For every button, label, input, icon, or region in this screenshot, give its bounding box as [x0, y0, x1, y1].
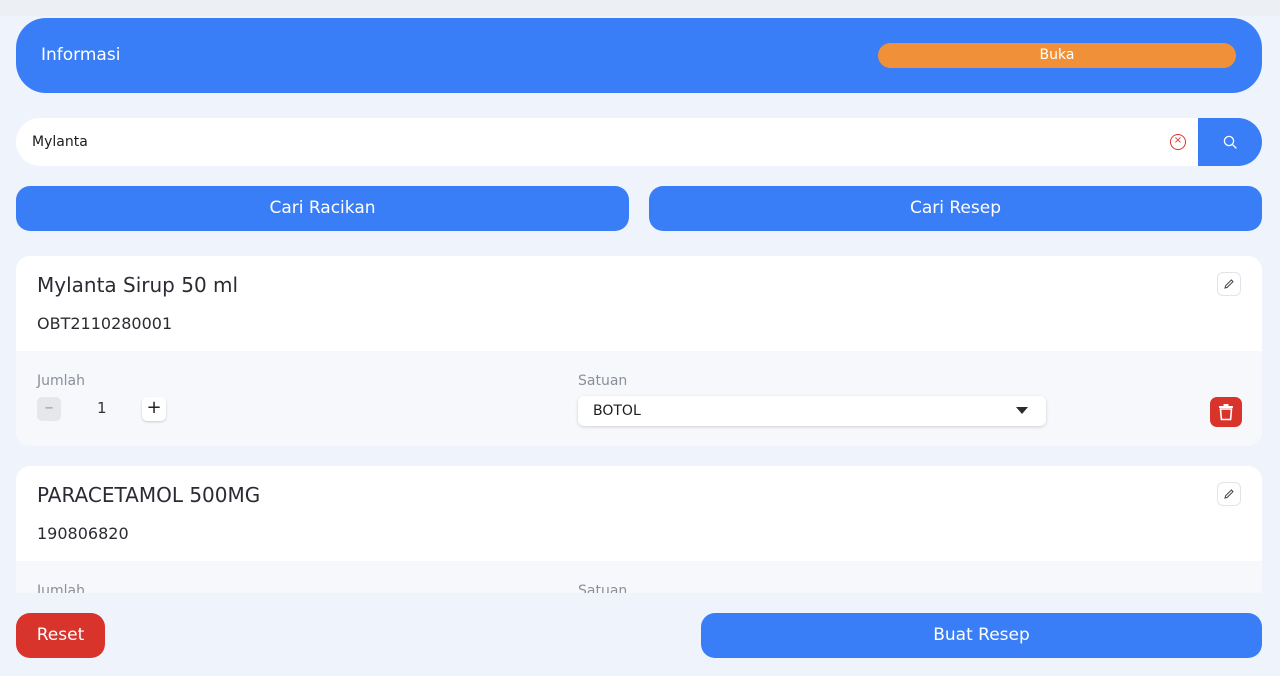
- medicine-name: PARACETAMOL 500MG: [37, 483, 261, 507]
- medicine-code: 190806820: [37, 524, 129, 543]
- unit-label: Satuan: [578, 583, 628, 593]
- pencil-icon: [1224, 489, 1234, 499]
- delete-item-button[interactable]: [1210, 397, 1242, 427]
- medicine-code: OBT2110280001: [37, 314, 173, 333]
- medicine-card-details: Jumlah Satuan – 1 + BOTOL: [16, 351, 1262, 446]
- medicine-name: Mylanta Sirup 50 ml: [37, 273, 239, 297]
- status-badge: Buka: [878, 43, 1236, 68]
- quantity-value: 1: [97, 399, 107, 417]
- create-prescription-button[interactable]: Buat Resep: [701, 613, 1262, 658]
- clear-search-icon[interactable]: ×: [1170, 134, 1186, 150]
- decrease-quantity-button[interactable]: –: [37, 397, 61, 421]
- search-button[interactable]: [1198, 118, 1262, 166]
- reset-button[interactable]: Reset: [16, 613, 105, 658]
- edit-button[interactable]: [1217, 272, 1241, 296]
- medicine-list: Mylanta Sirup 50 ml OBT2110280001 Jumlah…: [16, 256, 1262, 593]
- search-compound-button[interactable]: Cari Racikan: [16, 186, 629, 231]
- quantity-stepper: – 1 +: [37, 397, 167, 421]
- plus-icon: +: [146, 397, 162, 418]
- info-bar: Informasi Buka: [16, 18, 1262, 93]
- pencil-icon: [1224, 279, 1234, 289]
- trash-icon: [1219, 404, 1233, 421]
- unit-select[interactable]: BOTOL: [578, 396, 1046, 426]
- edit-button[interactable]: [1217, 482, 1241, 506]
- search-input[interactable]: [16, 118, 1202, 166]
- caret-down-icon: [1016, 407, 1028, 414]
- medicine-card: PARACETAMOL 500MG 190806820 Jumlah Satua…: [16, 466, 1262, 593]
- search-prescription-button[interactable]: Cari Resep: [649, 186, 1262, 231]
- unit-label: Satuan: [578, 373, 628, 389]
- medicine-card: Mylanta Sirup 50 ml OBT2110280001 Jumlah…: [16, 256, 1262, 446]
- top-strip: [0, 0, 1280, 16]
- increase-quantity-button[interactable]: +: [142, 397, 166, 421]
- search-bar: ×: [16, 118, 1262, 166]
- medicine-card-details: Jumlah Satuan: [16, 561, 1262, 593]
- unit-value: BOTOL: [593, 403, 641, 419]
- minus-icon: –: [44, 397, 54, 418]
- quantity-label: Jumlah: [37, 373, 85, 389]
- quantity-label: Jumlah: [37, 583, 85, 593]
- info-title: Informasi: [41, 45, 121, 65]
- search-icon: [1223, 135, 1237, 149]
